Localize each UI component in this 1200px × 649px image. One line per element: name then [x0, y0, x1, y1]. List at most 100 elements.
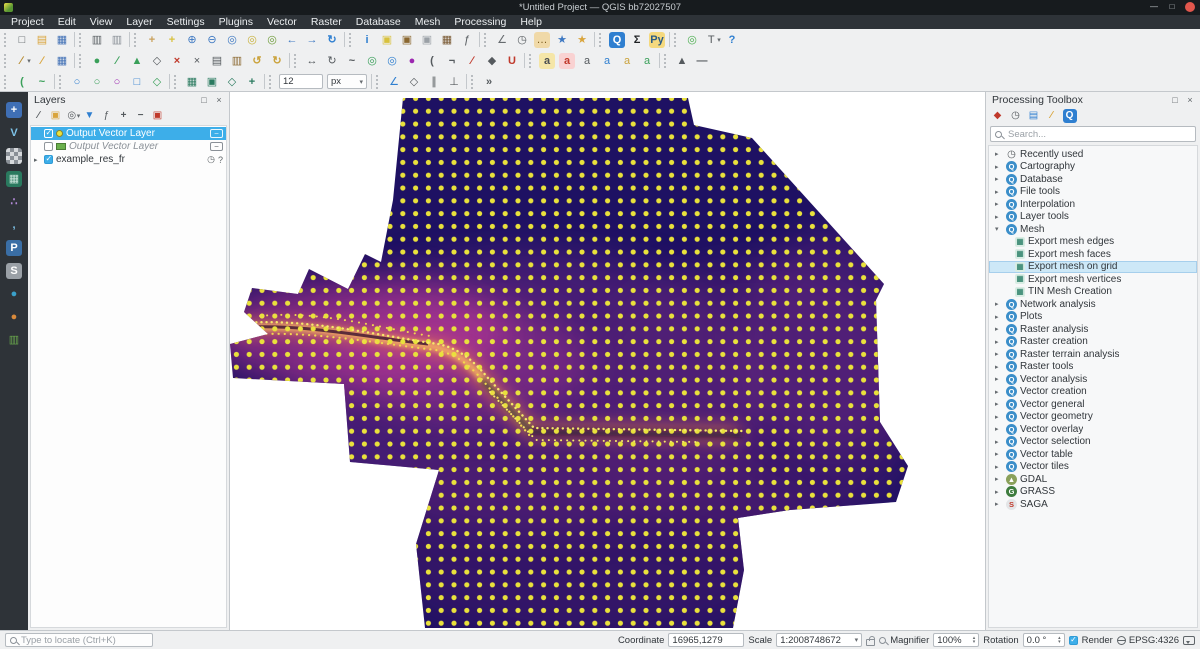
new-print-layout-icon[interactable]: ▥	[87, 30, 107, 49]
redo-icon[interactable]: ↻	[267, 51, 287, 70]
add-point-cloud-layer-icon[interactable]: ∴	[4, 192, 24, 211]
regular-polygon-icon[interactable]: ◇	[147, 72, 167, 91]
layer-labeling-icon[interactable]: a	[537, 51, 557, 70]
zoom-to-layer-icon[interactable]: ◎	[262, 30, 282, 49]
add-group-icon[interactable]: ▣	[47, 108, 64, 123]
current-edits-icon-dropdown[interactable]: ▾	[27, 57, 31, 65]
text-annotation-icon-dropdown[interactable]: ▾	[717, 36, 721, 44]
magnifier-spinbox[interactable]: 100%▴▾	[933, 633, 979, 647]
split-features-icon[interactable]: ∕	[462, 51, 482, 70]
move-feature-icon[interactable]: ↔	[302, 51, 322, 70]
stream-digitizing-icon[interactable]: ~	[32, 72, 52, 91]
rotation-spinbox[interactable]: 0.0 °▴▾	[1023, 633, 1065, 647]
data-source-manager-icon[interactable]: +	[4, 100, 24, 119]
toolbox-algorithm-export-mesh-faces[interactable]: ▦Export mesh faces	[989, 248, 1197, 261]
layer-visibility-checkbox[interactable]	[44, 142, 53, 151]
toolbox-group-vector-table[interactable]: ▸QVector table	[989, 448, 1197, 461]
toolbox-group-vector-selection[interactable]: ▸QVector selection	[989, 436, 1197, 449]
menu-layer[interactable]: Layer	[119, 15, 159, 29]
merge-features-icon[interactable]: ◆	[482, 51, 502, 70]
zoom-full-icon[interactable]: ◎	[222, 30, 242, 49]
scale-bar-icon[interactable]: —	[692, 51, 712, 70]
offset-curve-icon[interactable]: (	[422, 51, 442, 70]
toolbar-handle[interactable]	[294, 54, 299, 68]
zoom-to-selection-icon[interactable]: ◎	[242, 30, 262, 49]
perpendicular-constraint-icon[interactable]: ⊥	[444, 72, 464, 91]
mesh-digitizing-icon[interactable]: ▦	[182, 72, 202, 91]
menu-raster[interactable]: Raster	[304, 15, 349, 29]
text-annotation-icon[interactable]: T▾	[702, 30, 722, 49]
expand-arrow-icon[interactable]: ▸	[995, 488, 1003, 496]
expand-arrow-icon[interactable]: ▸	[995, 475, 1003, 483]
menu-mesh[interactable]: Mesh	[408, 15, 448, 29]
undo-icon[interactable]: ↺	[247, 51, 267, 70]
render-checkbox[interactable]	[1069, 636, 1078, 645]
pan-to-selection-icon[interactable]: +	[162, 30, 182, 49]
expand-arrow-icon[interactable]: ▸	[995, 375, 1003, 383]
toolbar-handle[interactable]	[376, 75, 381, 89]
toolbar-handle[interactable]	[664, 54, 669, 68]
menu-vector[interactable]: Vector	[260, 15, 304, 29]
toolbox-group-recently-used[interactable]: ▸◷Recently used	[989, 148, 1197, 161]
toolbox-group-raster-creation[interactable]: ▸QRaster creation	[989, 336, 1197, 349]
toolbox-algorithm-export-mesh-on-grid[interactable]: ▦Export mesh on grid	[989, 261, 1197, 274]
toolbar-handle[interactable]	[4, 54, 9, 68]
save-edits-icon[interactable]: ▦	[52, 51, 72, 70]
toolbox-group-gdal[interactable]: ▸▲GDAL	[989, 473, 1197, 486]
toolbar-handle[interactable]	[59, 75, 64, 89]
simplify-feature-icon[interactable]: ~	[342, 51, 362, 70]
toolbox-group-layer-tools[interactable]: ▸QLayer tools	[989, 211, 1197, 224]
toolbar-handle[interactable]	[484, 33, 489, 47]
menu-settings[interactable]: Settings	[160, 15, 212, 29]
expander-icon[interactable]: ▸	[34, 156, 41, 164]
menu-project[interactable]: Project	[4, 15, 51, 29]
expand-arrow-icon[interactable]: ▸	[995, 200, 1003, 208]
toolbox-group-raster-terrain-analysis[interactable]: ▸QRaster terrain analysis	[989, 348, 1197, 361]
add-part-icon[interactable]: ◎	[382, 51, 402, 70]
zoom-last-icon[interactable]: ←	[282, 30, 302, 49]
expand-arrow-icon[interactable]: ▸	[995, 363, 1003, 371]
zoom-in-icon[interactable]: ⊕	[182, 30, 202, 49]
toolbar-handle[interactable]	[599, 33, 604, 47]
layout-manager-icon[interactable]: ▥	[107, 30, 127, 49]
digitize-line-icon[interactable]: ∕	[107, 51, 127, 70]
toolbox-group-database[interactable]: ▸QDatabase	[989, 173, 1197, 186]
add-spatialite-layer-icon[interactable]: S	[4, 261, 24, 280]
toolbox-group-network-analysis[interactable]: ▸QNetwork analysis	[989, 298, 1197, 311]
measure-line-icon[interactable]: ∠	[492, 30, 512, 49]
toolbox-algorithm-tin-mesh-creation[interactable]: ▦TIN Mesh Creation	[989, 286, 1197, 299]
menu-database[interactable]: Database	[349, 15, 408, 29]
expand-all-icon[interactable]: +	[115, 108, 132, 123]
processing-toolbox-icon[interactable]: Q	[607, 30, 627, 49]
menu-view[interactable]: View	[83, 15, 120, 29]
toolbar-handle[interactable]	[349, 33, 354, 47]
python-console-icon[interactable]: Py	[647, 30, 667, 49]
close-panel-icon[interactable]: ×	[214, 95, 224, 105]
toolbox-group-vector-tiles[interactable]: ▸QVector tiles	[989, 461, 1197, 474]
rectangle-2points-icon[interactable]: □	[127, 72, 147, 91]
expand-arrow-icon[interactable]: ▸	[995, 188, 1003, 196]
manage-map-themes-icon-dropdown[interactable]: ▾	[77, 112, 81, 120]
toolbox-group-vector-geometry[interactable]: ▸QVector geometry	[989, 411, 1197, 424]
maximize-icon[interactable]: □	[1167, 2, 1177, 12]
parallel-constraint-icon[interactable]: ∥	[424, 72, 444, 91]
toolbox-group-file-tools[interactable]: ▸QFile tools	[989, 186, 1197, 199]
filter-legend-icon[interactable]: ▼	[81, 108, 98, 123]
toolbar-handle[interactable]	[4, 75, 9, 89]
move-label-icon[interactable]: a	[597, 51, 617, 70]
delete-selected-icon[interactable]: ×	[167, 51, 187, 70]
change-label-icon[interactable]: a	[637, 51, 657, 70]
new-bookmark-icon[interactable]: ★	[552, 30, 572, 49]
deselect-features-icon[interactable]: ▣	[417, 30, 437, 49]
add-mesh-layer-icon[interactable]: ▦	[4, 169, 24, 188]
crs-status-button[interactable]: EPSG:4326	[1117, 635, 1179, 646]
paste-features-icon[interactable]: ▥	[227, 51, 247, 70]
statistics-panel-icon[interactable]: Σ	[627, 30, 647, 49]
expand-arrow-icon[interactable]: ▸	[995, 463, 1003, 471]
add-vector-layer-icon[interactable]: V	[4, 123, 24, 142]
size-units-combo[interactable]: px▾	[327, 74, 367, 89]
toolbox-group-plots[interactable]: ▸QPlots	[989, 311, 1197, 324]
expand-arrow-icon[interactable]: ▾	[995, 225, 1003, 233]
open-attribute-table-icon[interactable]: ▦	[437, 30, 457, 49]
field-calculator-icon[interactable]: ƒ	[457, 30, 477, 49]
